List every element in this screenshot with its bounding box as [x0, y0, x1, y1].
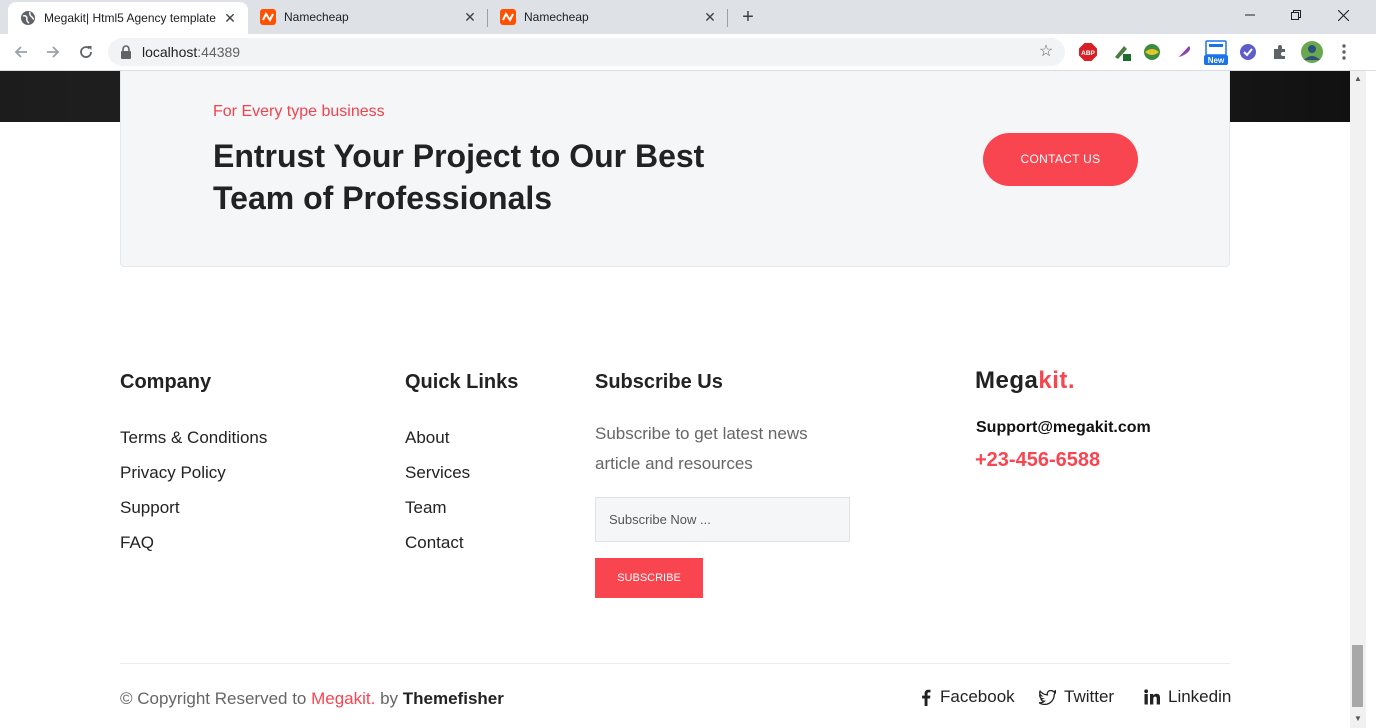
support-phone[interactable]: +23-456-6588 [975, 449, 1100, 472]
tab-title: Namecheap [524, 10, 589, 24]
tab-title: Namecheap [284, 10, 349, 24]
company-heading: Company [120, 371, 212, 393]
footer-link-about[interactable]: About [405, 428, 449, 448]
facebook-icon [920, 689, 932, 706]
address-bar[interactable]: localhost:44389 ☆ [108, 38, 1065, 66]
close-tab-icon[interactable]: ✕ [222, 10, 238, 26]
social-twitter[interactable]: Twitter [1039, 687, 1114, 707]
url-host: localhost [142, 44, 198, 60]
new-badge-label: New [1208, 56, 1225, 65]
close-tab-icon[interactable]: ✕ [462, 9, 478, 25]
footer-link-terms[interactable]: Terms & Conditions [120, 428, 267, 448]
menu-dots-icon[interactable] [1334, 42, 1354, 62]
copyright-prefix: © Copyright Reserved to [120, 689, 312, 708]
bookmark-star-icon[interactable]: ☆ [1037, 43, 1055, 61]
tab-namecheap-1[interactable]: Namecheap ✕ [248, 0, 488, 34]
copyright-author-link[interactable]: Themefisher [403, 689, 504, 708]
lock-icon [120, 45, 132, 59]
url-text: localhost:44389 [142, 44, 240, 60]
url-port: :44389 [197, 44, 241, 60]
cta-title: Entrust Your Project to Our Best Team of… [213, 138, 705, 216]
footer-link-team[interactable]: Team [405, 498, 447, 518]
scroll-up-arrow-icon[interactable]: ▲ [1352, 73, 1364, 85]
subscribe-button[interactable]: SUBSCRIBE [595, 558, 703, 598]
footer-logo[interactable]: Megakit. [975, 367, 1075, 395]
new-badge-icon[interactable]: New [1204, 40, 1228, 66]
back-button[interactable] [9, 40, 33, 64]
new-tab-button[interactable]: + [737, 6, 759, 28]
globe-ext-icon[interactable] [1142, 42, 1162, 62]
check-circle-icon[interactable] [1238, 42, 1258, 62]
footer-link-privacy[interactable]: Privacy Policy [120, 463, 226, 483]
support-email[interactable]: Support@megakit.com [976, 419, 1151, 437]
linkedin-label: Linkedin [1168, 687, 1232, 706]
footer-link-services[interactable]: Services [405, 463, 470, 483]
profile-avatar[interactable] [1300, 40, 1324, 64]
subscribe-description: Subscribe to get latest news article and… [595, 424, 808, 473]
browser-toolbar: localhost:44389 ☆ ABP New [0, 34, 1376, 71]
close-tab-icon[interactable]: ✕ [702, 9, 718, 25]
adblock-icon[interactable]: ABP [1078, 42, 1098, 62]
subscribe-heading: Subscribe Us [595, 371, 723, 393]
twitter-label: Twitter [1064, 687, 1115, 706]
forward-button[interactable] [41, 40, 65, 64]
tab-megakit[interactable]: Megakit| Html5 Agency template ✕ [8, 2, 248, 34]
twitter-icon [1039, 689, 1056, 705]
footer-divider [120, 663, 1230, 664]
copyright-brand-link[interactable]: Megakit. [311, 689, 375, 708]
namecheap-icon [500, 9, 516, 25]
tab-strip: Megakit| Html5 Agency template ✕ Nameche… [0, 0, 1376, 34]
page-scrollbar[interactable] [1350, 71, 1366, 728]
social-linkedin[interactable]: Linkedin [1144, 687, 1231, 707]
footer-link-contact[interactable]: Contact [405, 533, 464, 553]
tab-namecheap-2[interactable]: Namecheap ✕ [488, 0, 728, 34]
pen-tool-icon[interactable] [1112, 42, 1132, 62]
copyright-by: by [375, 689, 403, 708]
globe-icon [20, 10, 36, 26]
close-window-button[interactable] [1320, 0, 1366, 30]
cta-section: For Every type business Entrust Your Pro… [120, 71, 1230, 267]
reload-button[interactable] [74, 40, 98, 64]
scrollbar-thumb[interactable] [1352, 645, 1363, 707]
quick-links-heading: Quick Links [405, 371, 519, 393]
logo-accent: kit. [1038, 367, 1076, 394]
tab-title: Megakit| Html5 Agency template [44, 11, 216, 25]
social-facebook[interactable]: Facebook [920, 687, 1015, 707]
footer-link-faq[interactable]: FAQ [120, 533, 154, 553]
linkedin-icon [1144, 689, 1160, 705]
logo-text: Mega [975, 367, 1039, 394]
feather-icon[interactable] [1174, 42, 1194, 62]
puzzle-icon[interactable] [1270, 42, 1290, 62]
restore-button[interactable] [1273, 0, 1319, 30]
cta-subtitle: For Every type business [213, 103, 385, 120]
namecheap-icon [260, 9, 276, 25]
page-viewport: For Every type business Entrust Your Pro… [0, 71, 1350, 728]
contact-us-button[interactable]: CONTACT US [983, 133, 1138, 186]
footer-link-support[interactable]: Support [120, 498, 180, 518]
scroll-down-arrow-icon[interactable]: ▼ [1352, 713, 1364, 725]
minimize-button[interactable] [1227, 0, 1273, 30]
facebook-label: Facebook [940, 687, 1015, 706]
tab-separator [727, 9, 728, 27]
subscribe-email-input[interactable]: Subscribe Now ... [595, 497, 850, 542]
adblock-label: ABP [1081, 50, 1095, 57]
copyright-text: © Copyright Reserved to Megakit. by Them… [120, 689, 504, 709]
